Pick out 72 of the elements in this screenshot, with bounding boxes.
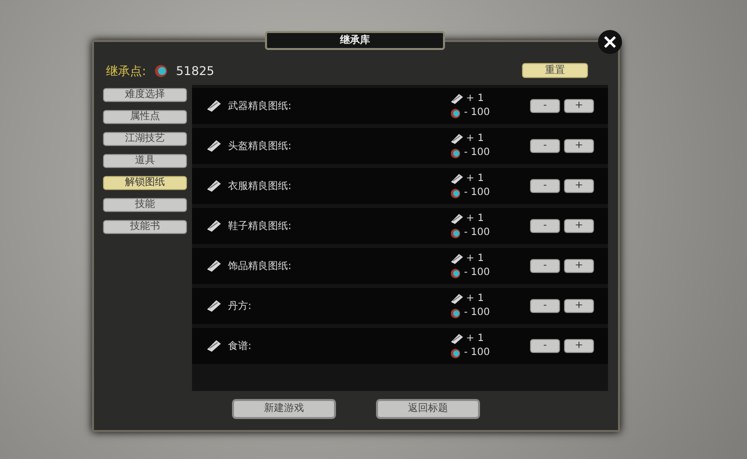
points-value: 51825	[176, 62, 214, 80]
cost-value: - 100	[464, 147, 490, 160]
gain-value: + 1	[466, 333, 484, 346]
reset-button[interactable]: 重置	[522, 63, 588, 78]
scroll-icon	[450, 333, 464, 346]
decrease-button[interactable]: -	[530, 339, 560, 354]
cost-value: - 100	[464, 107, 490, 120]
decrease-button[interactable]: -	[530, 179, 560, 194]
scroll-icon	[450, 213, 464, 226]
cost-value: - 100	[464, 307, 490, 320]
scroll-icon	[450, 253, 464, 266]
scroll-icon	[450, 173, 464, 186]
gem-icon	[450, 348, 461, 359]
increase-button[interactable]: +	[564, 259, 594, 274]
blueprint-name: 武器精良图纸:	[228, 100, 292, 114]
menu-tab[interactable]: 道具	[103, 154, 187, 168]
blueprint-name: 食谱:	[228, 340, 252, 354]
footer-button[interactable]: 新建游戏	[232, 398, 336, 419]
cost-value: - 100	[464, 227, 490, 240]
menu-tab[interactable]: 解锁图纸	[103, 176, 187, 190]
gain-value: + 1	[466, 173, 484, 186]
gem-icon	[450, 308, 461, 319]
blueprint-name: 头盔精良图纸:	[228, 140, 292, 154]
scroll-icon	[450, 293, 464, 306]
points-label: 继承点:	[106, 62, 146, 80]
decrease-button[interactable]: -	[530, 139, 560, 154]
increase-button[interactable]: +	[564, 339, 594, 354]
scroll-icon	[206, 299, 222, 314]
scroll-icon	[206, 139, 222, 154]
scroll-icon	[450, 133, 464, 146]
increase-button[interactable]: +	[564, 179, 594, 194]
blueprint-name: 鞋子精良图纸:	[228, 220, 292, 234]
scroll-icon	[206, 179, 222, 194]
menu-tab[interactable]: 属性点	[103, 110, 187, 124]
menu-tab[interactable]: 技能	[103, 198, 187, 212]
gain-value: + 1	[466, 253, 484, 266]
scroll-icon	[206, 259, 222, 274]
blueprint-name: 丹方:	[228, 300, 252, 314]
cost-value: - 100	[464, 187, 490, 200]
close-button[interactable]	[598, 30, 622, 54]
increase-button[interactable]: +	[564, 219, 594, 234]
scroll-icon	[450, 93, 464, 106]
window-title: 继承库	[340, 33, 370, 48]
gem-icon	[450, 188, 461, 199]
gain-value: + 1	[466, 213, 484, 226]
scroll-icon	[206, 339, 222, 354]
increase-button[interactable]: +	[564, 139, 594, 154]
decrease-button[interactable]: -	[530, 259, 560, 274]
decrease-button[interactable]: -	[530, 99, 560, 114]
gem-icon	[450, 108, 461, 119]
footer-button[interactable]: 返回标题	[376, 398, 480, 419]
blueprint-name: 衣服精良图纸:	[228, 180, 292, 194]
increase-button[interactable]: +	[564, 299, 594, 314]
close-icon	[602, 34, 618, 50]
scroll-icon	[206, 99, 222, 114]
increase-button[interactable]: +	[564, 99, 594, 114]
menu-tab[interactable]: 江湖技艺	[103, 132, 187, 146]
gain-value: + 1	[466, 293, 484, 306]
decrease-button[interactable]: -	[530, 299, 560, 314]
gem-icon	[450, 148, 461, 159]
menu-tab[interactable]: 难度选择	[103, 88, 187, 102]
cost-value: - 100	[464, 347, 490, 360]
decrease-button[interactable]: -	[530, 219, 560, 234]
gem-icon	[154, 64, 168, 78]
gain-value: + 1	[466, 93, 484, 106]
cost-value: - 100	[464, 267, 490, 280]
scroll-icon	[206, 219, 222, 234]
menu-tab[interactable]: 技能书	[103, 220, 187, 234]
gem-icon	[450, 228, 461, 239]
blueprint-name: 饰品精良图纸:	[228, 260, 292, 274]
gem-icon	[450, 268, 461, 279]
gain-value: + 1	[466, 133, 484, 146]
